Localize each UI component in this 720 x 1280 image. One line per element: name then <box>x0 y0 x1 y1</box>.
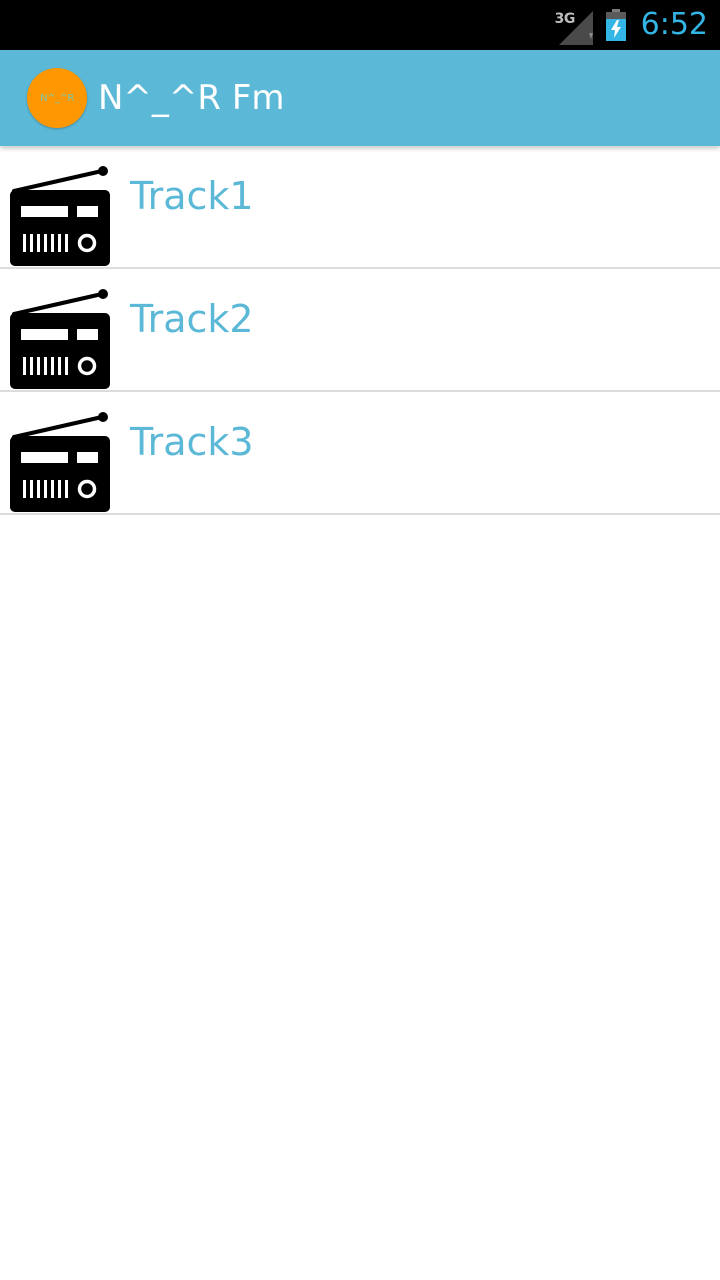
action-bar: N^_^R N^_^R Fm <box>0 50 720 146</box>
app-title: N^_^R Fm <box>98 78 285 118</box>
app-logo-icon[interactable]: N^_^R <box>27 68 87 128</box>
track-label: Track3 <box>130 420 254 464</box>
clock: 6:52 <box>640 7 708 42</box>
track-list-item[interactable]: Track3 <box>0 392 720 515</box>
track-label: Track1 <box>130 174 254 218</box>
status-bar: 3G 6:52 <box>0 0 720 50</box>
network-type-label: 3G <box>554 11 576 27</box>
radio-icon <box>10 166 110 266</box>
track-list: Track1 Track2 Track3 <box>0 146 720 515</box>
track-list-item[interactable]: Track1 <box>0 146 720 269</box>
battery-charging-icon <box>605 9 626 41</box>
app-logo-text: N^_^R <box>40 92 74 104</box>
track-list-item[interactable]: Track2 <box>0 269 720 392</box>
signal-indicator: 3G <box>555 5 595 45</box>
radio-icon <box>10 412 110 512</box>
track-label: Track2 <box>130 297 254 341</box>
radio-icon <box>10 289 110 389</box>
status-icons: 3G 6:52 <box>555 0 708 50</box>
